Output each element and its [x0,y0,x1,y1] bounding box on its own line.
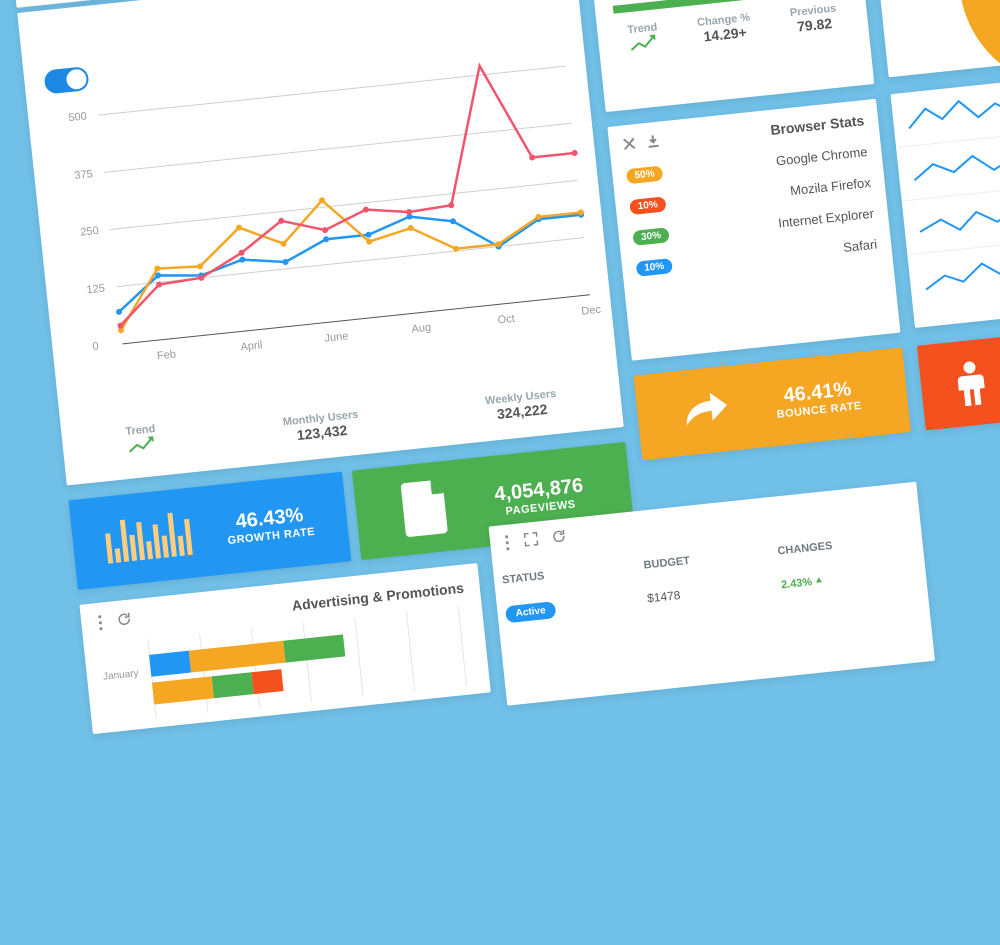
changes-value: 2.43% [781,576,813,591]
browser-name: Google Chrome [775,144,868,169]
file-icon [400,479,451,538]
download-icon [647,135,660,148]
browser-name: Internet Explorer [777,206,874,231]
user-stats-toggle[interactable] [43,66,89,94]
ytick: 250 [80,225,100,239]
series-b-line [110,174,588,331]
download-button[interactable] [646,134,660,153]
close-icon [623,137,636,150]
adv-month-label: January [103,668,140,683]
customer-satisfaction-card: CUSTOMER SATISFACTION 93.13% Trend Chang… [585,0,874,112]
sparklines-card [891,80,1000,328]
status-badge: Active [505,601,557,623]
user-stats-chart: 500 375 250 125 0 Feb [69,66,590,347]
ytick: 0 [92,340,99,353]
redo-arrow-icon [682,390,732,431]
browser-pct-badge: 10% [629,196,666,215]
trend-up-icon [126,435,158,456]
card-menu-button[interactable] [503,534,511,554]
expand-button[interactable] [523,532,539,552]
sparkline-icon [912,144,1000,189]
browser-name: Mozila Firefox [789,175,871,198]
browser-pct-badge: 30% [632,227,669,246]
refresh-button[interactable] [551,529,567,549]
close-button[interactable] [623,136,637,155]
expand-icon [523,532,538,547]
caret-up-icon [815,576,824,585]
ytick: 125 [86,282,106,296]
xtick: Aug [411,322,432,336]
advertising-card: Advertising & Promotions January [79,563,490,734]
user-stats-svg [98,66,589,344]
more-vertical-icon [503,534,511,551]
ytick: 375 [74,168,94,182]
browser-stats-title: Browser Stats [770,112,865,138]
trend-up-icon [628,33,660,54]
visitors-card: Vis [865,0,1000,77]
card-menu-button[interactable] [97,614,105,636]
refresh-icon [551,529,566,544]
browser-pct-badge: 10% [636,258,673,277]
series-c-line [112,199,586,312]
xtick: April [240,339,263,353]
xtick: Feb [156,348,176,362]
bounce-rate-tile[interactable]: 46.41% BOUNCE RATE [634,347,911,460]
csat-previous-value: 79.82 [791,14,839,35]
xtick: Dec [581,304,602,318]
xtick: Oct [497,313,515,327]
person-icon [956,360,986,406]
refresh-button[interactable] [116,612,132,634]
sparkline-icon [918,198,1000,243]
sparkline-icon [906,91,1000,136]
mini-bar-chart-icon [104,511,196,564]
xtick: June [324,330,349,344]
sparkline-icon [923,252,1000,297]
user-statistics-card: User Statistics 500 375 250 125 0 [17,0,624,485]
ytick: 500 [68,110,88,124]
browser-name: Safari [843,237,878,255]
browser-stats-card: Browser Stats 50% Google Chrome 10% Mozi… [607,99,900,361]
series-a-line [97,57,587,326]
avatar[interactable] [22,0,66,2]
growth-rate-tile[interactable]: 46.43% GROWTH RATE [68,472,351,590]
person-tile[interactable] [917,335,1000,430]
more-vertical-icon [97,614,105,631]
refresh-icon [116,612,131,627]
browser-pct-badge: 50% [626,166,663,185]
